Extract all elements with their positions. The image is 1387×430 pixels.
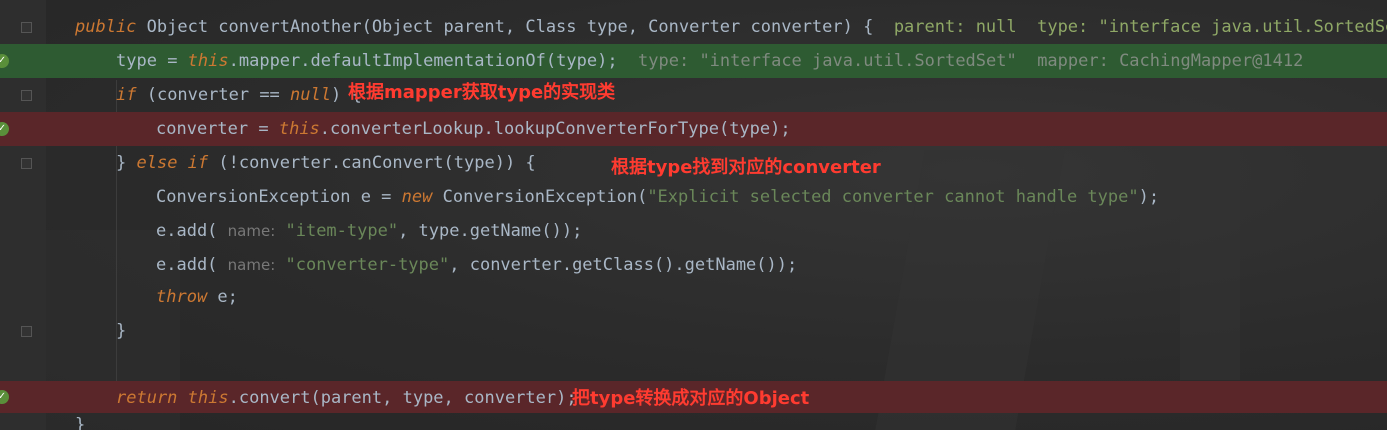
code-editor[interactable]: public Object convertAnother(Object pare… xyxy=(0,0,1387,430)
code-text: e.add( name: "converter-type", converter… xyxy=(156,255,798,275)
code-text: type = this.mapper.defaultImplementation… xyxy=(116,51,1304,71)
code-text: if (converter == null) { xyxy=(116,85,362,105)
fold-marker-icon[interactable] xyxy=(21,22,32,33)
breakpoint-check-icon[interactable]: ✓ xyxy=(0,122,9,136)
fold-marker-icon[interactable] xyxy=(21,90,32,101)
code-line-3[interactable]: if (converter == null) { xyxy=(0,78,1387,112)
code-line-9[interactable]: throw e; xyxy=(0,280,1387,314)
code-line-6[interactable]: ConversionException e = new ConversionEx… xyxy=(0,180,1387,214)
code-text: ConversionException e = new ConversionEx… xyxy=(156,187,1160,207)
code-text: return this.convert(parent, type, conver… xyxy=(116,388,577,408)
breakpoint-check-icon[interactable]: ✓ xyxy=(0,390,9,404)
code-line-7[interactable]: e.add( name: "item-type", type.getName()… xyxy=(0,214,1387,248)
annotation-converter-note: 根据type找到对应的converter xyxy=(611,157,881,178)
annotation-mapper-note: 根据mapper获取type的实现类 xyxy=(348,82,616,103)
code-line-10[interactable]: } xyxy=(0,314,1387,348)
code-text: throw e; xyxy=(156,287,238,307)
fold-marker-icon[interactable] xyxy=(21,326,32,337)
code-text: } xyxy=(75,415,86,430)
parameter-hint: name: xyxy=(227,222,276,240)
breakpoint-check-icon[interactable]: ✓ xyxy=(0,54,9,68)
fold-marker-icon[interactable] xyxy=(21,158,32,169)
code-text: } xyxy=(116,321,127,341)
code-text: } else if (!converter.canConvert(type)) … xyxy=(116,153,536,173)
code-line-13[interactable]: } xyxy=(0,414,1387,430)
code-line-11[interactable] xyxy=(0,348,1387,382)
parameter-hint: name: xyxy=(227,256,276,274)
code-line-1[interactable]: public Object convertAnother(Object pare… xyxy=(0,10,1387,44)
code-line-8[interactable]: e.add( name: "converter-type", converter… xyxy=(0,248,1387,282)
code-text: public Object convertAnother(Object pare… xyxy=(75,17,1387,37)
code-line-2-current-execution[interactable]: ✓ type = this.mapper.defaultImplementati… xyxy=(0,44,1387,78)
code-line-4-breakpoint[interactable]: ✓ converter = this.converterLookup.looku… xyxy=(0,112,1387,146)
annotation-return-note: 把type转换成对应的Object xyxy=(572,388,810,409)
code-text: e.add( name: "item-type", type.getName()… xyxy=(156,221,583,241)
code-text: converter = this.converterLookup.lookupC… xyxy=(156,119,791,139)
